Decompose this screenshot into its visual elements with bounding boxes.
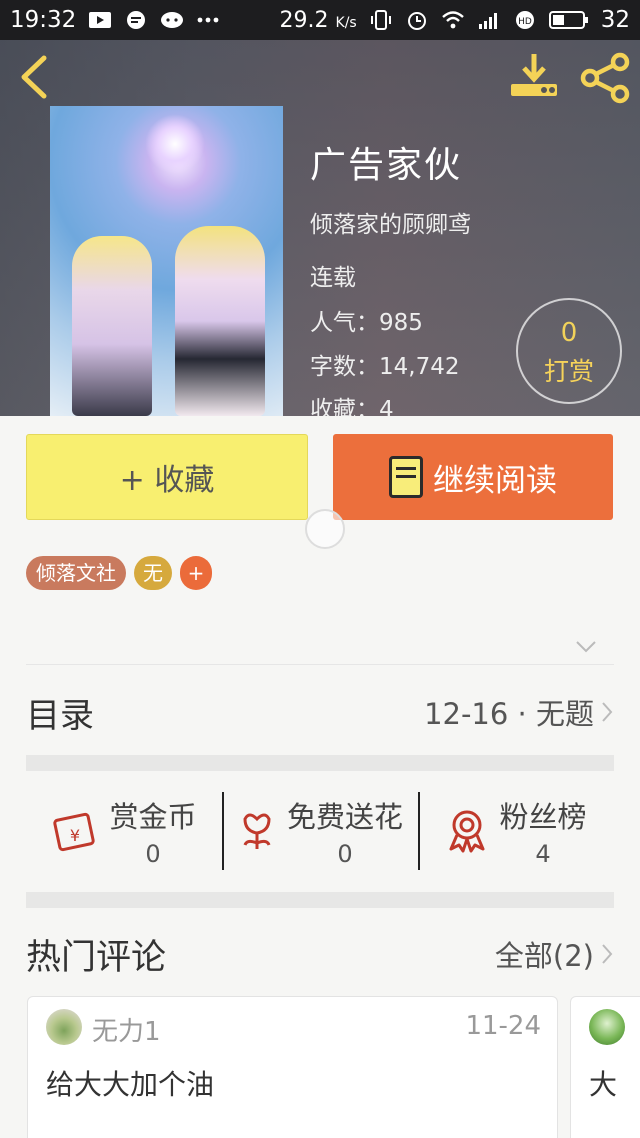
red-envelope-icon: ¥ xyxy=(53,812,96,852)
stat-label: 免费送花 xyxy=(286,800,403,834)
comment-text: 大 xyxy=(589,1068,618,1101)
stat-value: 0 xyxy=(337,840,353,868)
section-separator xyxy=(26,755,614,771)
alarm-icon xyxy=(407,12,426,30)
stat-gold-coins[interactable]: ¥ 赏金币 0 xyxy=(26,788,222,874)
divider xyxy=(26,664,614,665)
comment-date: 11-24 xyxy=(465,1011,541,1041)
tip-button[interactable]: 0 打赏 xyxy=(516,298,622,404)
back-arrow-icon[interactable] xyxy=(14,54,54,100)
video-icon xyxy=(89,12,112,28)
avatar[interactable] xyxy=(589,1009,625,1045)
medal-icon xyxy=(449,810,485,853)
chat-icon xyxy=(161,12,184,28)
comment-card[interactable]: 大 xyxy=(570,996,640,1138)
tip-label: 打赏 xyxy=(543,357,594,386)
stat-value: 4 xyxy=(535,840,551,868)
signal-icon xyxy=(478,13,497,29)
favorite-button[interactable]: + 收藏 xyxy=(26,434,308,520)
battery-icon xyxy=(548,11,588,29)
wifi-icon xyxy=(441,11,464,29)
chevron-right-icon xyxy=(602,944,613,964)
avatar[interactable] xyxy=(46,1009,82,1045)
section-separator xyxy=(26,892,614,908)
add-tag-button[interactable]: + xyxy=(180,556,212,590)
svg-text:¥: ¥ xyxy=(70,826,80,845)
comment-username: 无力1 xyxy=(92,1017,161,1047)
book-author[interactable]: 倾落家的顾卿鸢 xyxy=(310,205,471,239)
tag-item[interactable]: 倾落文社 xyxy=(26,556,126,590)
continue-reading-button[interactable]: 继续阅读 xyxy=(333,434,613,520)
stat-free-flowers[interactable]: 免费送花 0 xyxy=(222,788,418,874)
hd-icon: HD xyxy=(515,11,534,29)
comment-text: 给大大加个油 xyxy=(46,1068,215,1101)
message-icon xyxy=(127,11,146,29)
tip-count: 0 xyxy=(560,318,578,348)
status-time: 19:32 xyxy=(10,7,77,33)
flower-icon xyxy=(243,813,271,849)
chevron-right-icon xyxy=(602,702,613,722)
svg-text:HD: HD xyxy=(518,17,532,27)
loading-indicator xyxy=(305,509,345,549)
cover-light xyxy=(145,114,205,174)
book-cover xyxy=(50,106,283,416)
hot-comments-header: 热门评论 全部(2) xyxy=(26,926,614,982)
stat-fan-ranking[interactable]: 粉丝榜 4 xyxy=(418,788,614,874)
stat-label: 粉丝榜 xyxy=(499,800,587,834)
book-status: 连载 xyxy=(310,265,356,291)
toc-title: 目录 xyxy=(26,695,94,736)
network-speed: 29.2 K/s xyxy=(279,7,357,33)
hot-comments-title: 热门评论 xyxy=(26,937,167,978)
vibrate-icon xyxy=(370,10,391,30)
more-icon xyxy=(197,17,219,23)
share-icon[interactable] xyxy=(578,52,632,104)
book-word-count: 字数：14,742 xyxy=(310,354,460,380)
tag-list: 倾落文社 无 + xyxy=(26,556,212,590)
stat-value: 0 xyxy=(145,840,161,868)
expand-chevron-icon[interactable] xyxy=(574,638,598,656)
stats-row: ¥ 赏金币 0 免费送花 0 粉丝榜 4 xyxy=(26,788,614,874)
all-comments-link[interactable]: 全部(2) xyxy=(495,933,614,975)
book-popularity: 人气：985 xyxy=(310,310,423,336)
download-icon[interactable] xyxy=(508,52,560,102)
cover-character-left xyxy=(72,236,152,416)
book-title: 广告家伙 xyxy=(310,145,463,186)
stat-label: 赏金币 xyxy=(109,800,197,834)
tag-item[interactable]: 无 xyxy=(134,556,172,590)
status-bar: 19:32 29.2 K/s HD 32 xyxy=(0,0,640,40)
continue-reading-label: 继续阅读 xyxy=(433,462,557,499)
table-of-contents-row[interactable]: 目录 12-16 · 无题 xyxy=(26,684,614,740)
book-favorite-count: 收藏：4 xyxy=(310,397,394,416)
comment-card[interactable]: 无力1 11-24 给大大加个油 xyxy=(27,996,558,1138)
cover-character-right xyxy=(175,226,265,416)
book-icon xyxy=(389,456,423,498)
latest-chapter: 12-16 · 无题 xyxy=(424,697,594,731)
battery-level: 32 xyxy=(600,7,630,33)
